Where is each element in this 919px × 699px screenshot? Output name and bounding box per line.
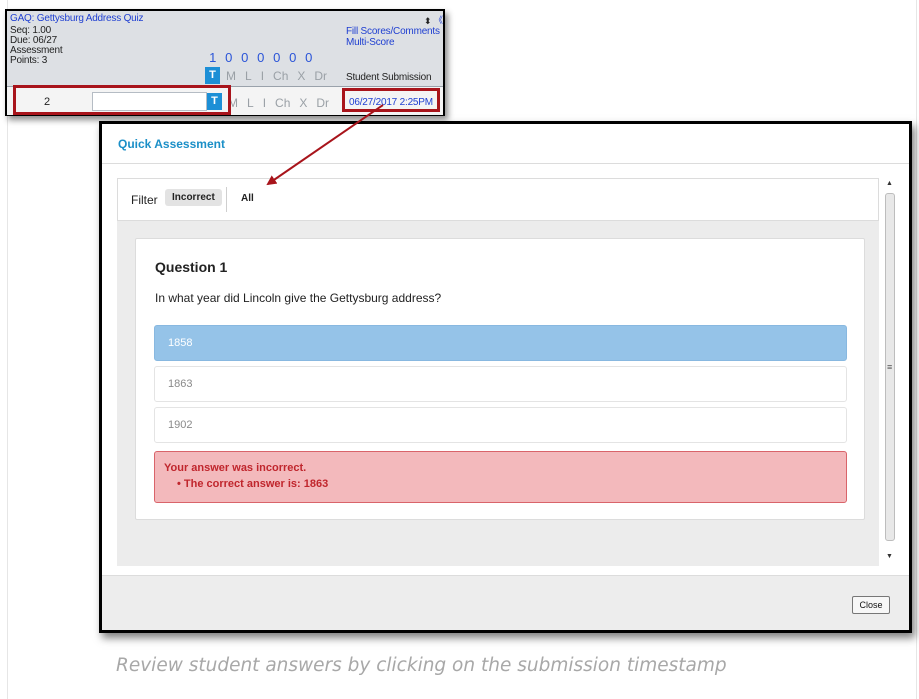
annotation-arrow bbox=[266, 104, 384, 186]
figure-caption: Review student answers by clicking on th… bbox=[116, 655, 727, 676]
